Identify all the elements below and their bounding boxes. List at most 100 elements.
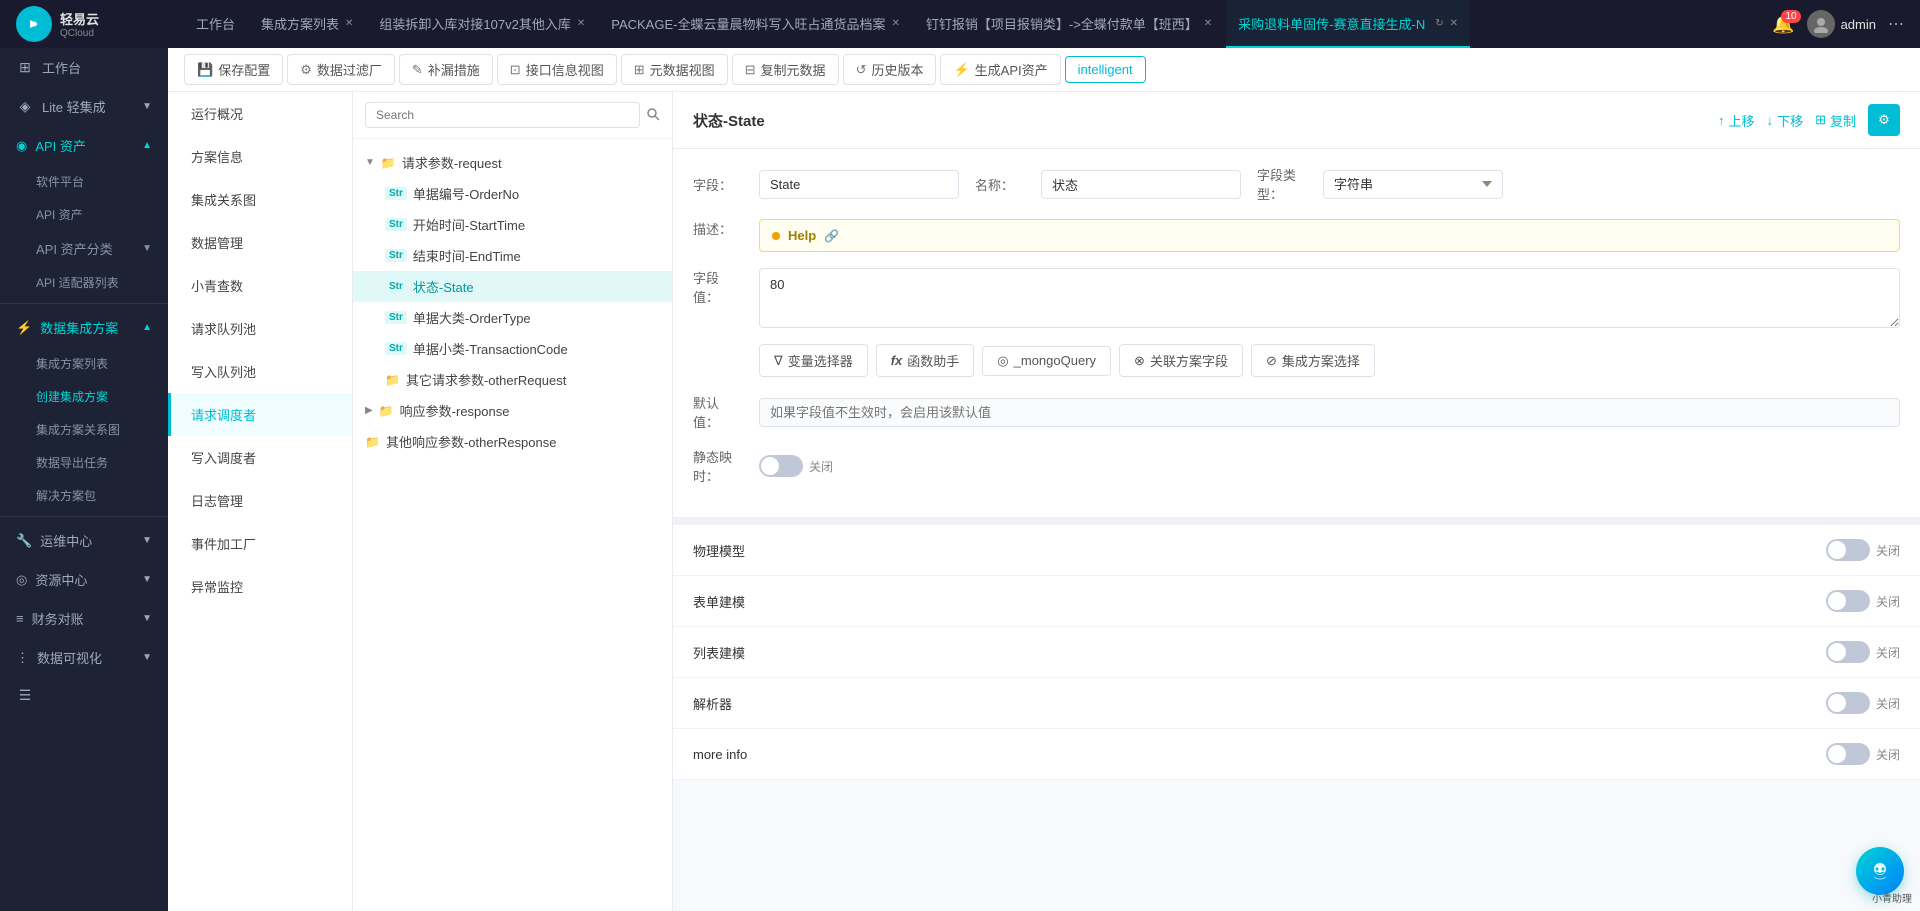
sidebar-item-api-assets[interactable]: ◉ API 资产 ▲: [0, 126, 168, 165]
nav-small-query[interactable]: 小青查数: [168, 264, 352, 307]
name-input[interactable]: [1041, 170, 1241, 199]
tree-item-other-request[interactable]: 📁 其它请求参数-otherRequest: [353, 364, 672, 395]
intelligent-button[interactable]: intelligent: [1065, 56, 1146, 83]
more-info-toggle[interactable]: 关闭: [1826, 743, 1900, 765]
list-model-toggle[interactable]: 关闭: [1826, 641, 1900, 663]
search-input[interactable]: [365, 102, 640, 128]
sidebar-item-api-classify[interactable]: API 资产分类 ▼: [0, 231, 168, 266]
sidebar-item-data-viz[interactable]: ⋮ 数据可视化 ▼: [0, 638, 168, 677]
fill-measure-button[interactable]: ✎ 补漏措施: [399, 54, 493, 85]
notification-button[interactable]: 🔔 10: [1772, 14, 1794, 35]
toggle-track[interactable]: [1826, 692, 1870, 714]
sidebar-item-bottom[interactable]: ☰: [0, 677, 168, 714]
type-label: 字段类型：: [1257, 165, 1307, 203]
mongo-query-button[interactable]: ◎ _mongoQuery: [982, 346, 1111, 376]
tab-refresh-icon[interactable]: ↻: [1435, 18, 1443, 29]
toggle-thumb: [1828, 745, 1846, 763]
sidebar-item-solution-map[interactable]: 集成方案关系图: [0, 413, 168, 446]
toggle-track[interactable]: [1826, 590, 1870, 612]
tree-group-response[interactable]: ▶ 📁 响应参数-response: [353, 395, 672, 426]
tree-item-start-time[interactable]: Str 开始时间-StartTime: [353, 209, 672, 240]
toggle-track[interactable]: [1826, 539, 1870, 561]
intelligent-label: intelligent: [1078, 62, 1133, 77]
help-link-icon[interactable]: 🔗: [824, 229, 839, 243]
static-map-toggle[interactable]: 关闭: [759, 455, 833, 477]
meta-view-button[interactable]: ⊞ 元数据视图: [621, 54, 728, 85]
sidebar-item-data-export[interactable]: 数据导出任务: [0, 446, 168, 479]
field-value-textarea[interactable]: 80: [759, 268, 1900, 328]
copy-action-icon: ⊞: [1815, 112, 1826, 128]
nav-data-mgmt[interactable]: 数据管理: [168, 221, 352, 264]
nav-solution-info[interactable]: 方案信息: [168, 135, 352, 178]
tab-purchase[interactable]: 采购退料单固传-赛意直接生成-N ↻ ✕: [1226, 0, 1470, 48]
sidebar-item-solution-list[interactable]: 集成方案列表: [0, 347, 168, 380]
sidebar-item-data-integration[interactable]: ⚡ 数据集成方案 ▲: [0, 308, 168, 347]
tree-item-transaction-code[interactable]: Str 单据小类-TransactionCode: [353, 333, 672, 364]
tab-close-icon[interactable]: ✕: [577, 18, 585, 29]
tree-item-end-time[interactable]: Str 结束时间-EndTime: [353, 240, 672, 271]
tree-item-state[interactable]: Str 状态-State: [353, 271, 672, 302]
nav-request-queue[interactable]: 请求队列池: [168, 307, 352, 350]
nav-request-debugger[interactable]: 请求调度者: [168, 393, 352, 436]
nav-integration-map[interactable]: 集成关系图: [168, 178, 352, 221]
tree-group-request[interactable]: ▼ 📁 请求参数-request: [353, 147, 672, 178]
more-button[interactable]: ⋯: [1888, 14, 1904, 34]
move-up-button[interactable]: ↑ 上移: [1718, 111, 1755, 130]
parser-toggle[interactable]: 关闭: [1826, 692, 1900, 714]
tree-item-order-type[interactable]: Str 单据大类-OrderType: [353, 302, 672, 333]
sidebar-item-api-asset[interactable]: API 资产: [0, 198, 168, 231]
default-input[interactable]: [759, 398, 1900, 427]
toggle-track[interactable]: [1826, 743, 1870, 765]
form-model-toggle[interactable]: 关闭: [1826, 590, 1900, 612]
nav-event-factory[interactable]: 事件加工厂: [168, 522, 352, 565]
toggle-track[interactable]: [1826, 641, 1870, 663]
tab-close-icon[interactable]: ✕: [1450, 18, 1458, 29]
user-area[interactable]: admin: [1807, 10, 1876, 38]
link-field-button[interactable]: ⊗ 关联方案字段: [1119, 344, 1243, 377]
field-input[interactable]: [759, 170, 959, 199]
sidebar-item-create-solution[interactable]: 创建集成方案: [0, 380, 168, 413]
physical-model-toggle[interactable]: 关闭: [1826, 539, 1900, 561]
tab-unpack[interactable]: 组装拆卸入库对接107v2其他入库 ✕: [367, 0, 597, 48]
save-config-button[interactable]: 💾 保存配置: [184, 54, 283, 85]
toggle-track[interactable]: [759, 455, 803, 477]
tree-item-order-no[interactable]: Str 单据编号-OrderNo: [353, 178, 672, 209]
copy-button[interactable]: ⊞ 复制: [1815, 111, 1856, 130]
nav-run-overview[interactable]: 运行概况: [168, 92, 352, 135]
nav-write-queue[interactable]: 写入队列池: [168, 350, 352, 393]
tab-package[interactable]: PACKAGE-全蝶云量晨物料写入旺占通货品档案 ✕: [599, 0, 912, 48]
gen-api-button[interactable]: ⚡ 生成API资产: [940, 54, 1060, 85]
copy-data-label: 复制元数据: [761, 60, 826, 79]
tree-group-other-response[interactable]: 📁 其他响应参数-otherResponse: [353, 426, 672, 457]
sidebar-item-software-platform[interactable]: 软件平台: [0, 165, 168, 198]
tab-nail[interactable]: 钉钉报销【项目报销类】->全蝶付款单【班西】 ✕: [914, 0, 1224, 48]
data-filter-button[interactable]: ⚙ 数据过滤厂: [287, 54, 395, 85]
sidebar-item-ops[interactable]: 🔧 运维中心 ▼: [0, 521, 168, 560]
sidebar-item-workbench[interactable]: ⊞ 工作台: [0, 48, 168, 87]
copy-data-button[interactable]: ⊟ 复制元数据: [732, 54, 839, 85]
tab-close-icon[interactable]: ✕: [1204, 18, 1212, 29]
tree-item-label: 状态-State: [413, 277, 474, 296]
search-button[interactable]: [646, 107, 660, 124]
sidebar-item-lite[interactable]: ◈ Lite 轻集成 ▼: [0, 87, 168, 126]
sidebar-item-solution-package[interactable]: 解决方案包: [0, 479, 168, 512]
sidebar-item-finance[interactable]: ≡ 财务对账 ▼: [0, 599, 168, 638]
var-selector-button[interactable]: ∇ 变量选择器: [759, 344, 868, 377]
nav-anomaly-monitor[interactable]: 异常监控: [168, 565, 352, 608]
nav-log-mgmt[interactable]: 日志管理: [168, 479, 352, 522]
settings-button[interactable]: ⚙: [1868, 104, 1900, 136]
move-down-button[interactable]: ↓ 下移: [1767, 111, 1804, 130]
interface-view-button[interactable]: ⊡ 接口信息视图: [497, 54, 617, 85]
sidebar-item-resource[interactable]: ◎ 资源中心 ▼: [0, 560, 168, 599]
chatbot-button[interactable]: [1856, 847, 1904, 895]
tab-workbench[interactable]: 工作台: [184, 0, 247, 48]
sidebar-item-api-adapter[interactable]: API 适配器列表: [0, 266, 168, 299]
history-button[interactable]: ↺ 历史版本: [843, 54, 937, 85]
tab-close-icon[interactable]: ✕: [891, 18, 899, 29]
solution-select-button[interactable]: ⊘ 集成方案选择: [1251, 344, 1375, 377]
tab-close-icon[interactable]: ✕: [345, 18, 353, 29]
tab-solution-list[interactable]: 集成方案列表 ✕: [249, 0, 365, 48]
type-select[interactable]: 字符串 数字 布尔: [1323, 170, 1503, 199]
nav-write-debugger[interactable]: 写入调度者: [168, 436, 352, 479]
func-helper-button[interactable]: fx 函数助手: [876, 344, 975, 377]
